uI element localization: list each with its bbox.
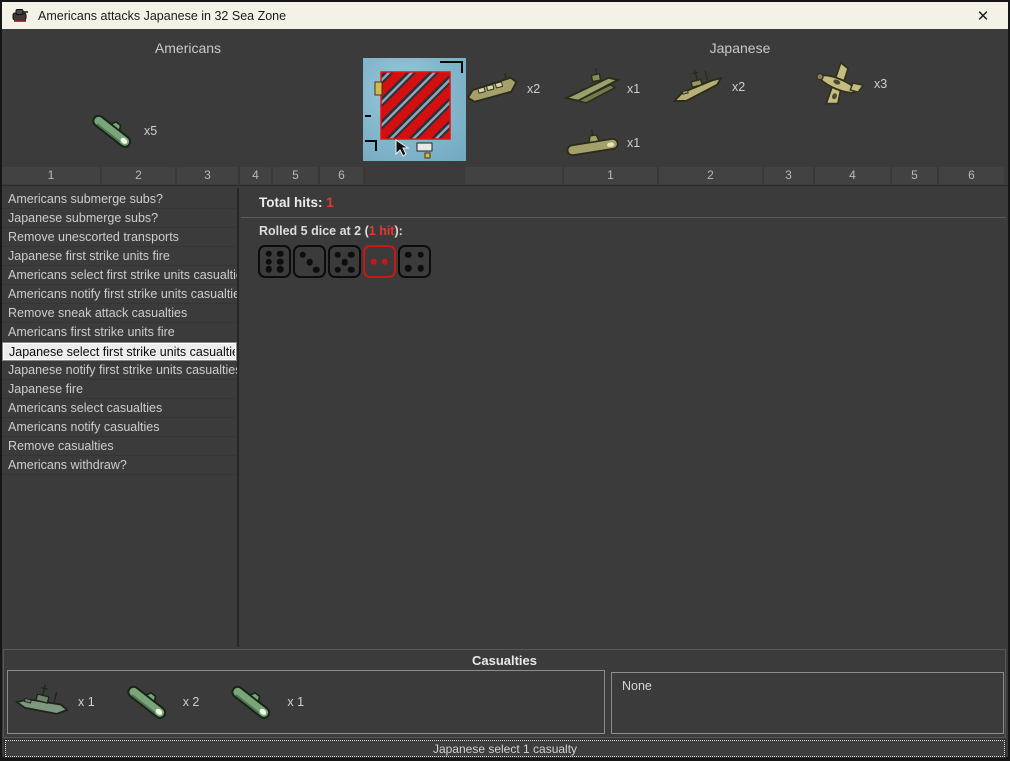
dice-row	[241, 243, 1006, 278]
step-item: Remove casualties	[2, 437, 237, 456]
unit-count: x 2	[183, 695, 200, 709]
step-item: Americans select casualties	[2, 399, 237, 418]
defender-unit-destroyer: x2	[668, 65, 745, 109]
battle-window: Americans attacks Japanese in 32 Sea Zon…	[0, 0, 1010, 761]
die	[398, 245, 431, 278]
dice-header-cell: 5	[273, 167, 320, 184]
dice-header-cell	[465, 167, 564, 184]
step-item: Remove sneak attack casualties	[2, 304, 237, 323]
fighter-icon	[808, 55, 868, 113]
step-item: Americans withdraw?	[2, 456, 237, 475]
step-item: Americans select first strike units casu…	[2, 266, 237, 285]
dice-header-cell: 4	[815, 167, 892, 184]
sea-zone-map-thumbnail	[363, 58, 466, 161]
battle-summary-panel: Americans Japanese x5	[2, 29, 1008, 185]
unit-count: x 1	[78, 695, 95, 709]
window-border-bottom	[0, 757, 1010, 761]
map-unit-marker	[425, 153, 430, 158]
total-hits-row: Total hits: 1	[241, 186, 1006, 218]
map-unit-marker	[375, 82, 382, 95]
step-item: Japanese notify first strike units casua…	[2, 361, 237, 380]
carrier-icon	[563, 67, 621, 111]
unit-count: x 1	[287, 695, 304, 709]
casualty-unit-destroyer[interactable]: x 1	[14, 680, 95, 724]
unit-count: x5	[144, 124, 157, 138]
casualties-title: Casualties	[4, 650, 1005, 668]
step-item: Americans submerge subs?	[2, 190, 237, 209]
status-action-button[interactable]: Japanese select 1 casualty	[5, 740, 1005, 757]
step-item: Remove unescorted transports	[2, 228, 237, 247]
attacker-unit-submarine: x5	[86, 105, 157, 157]
dice-header-cell: 1	[564, 167, 659, 184]
total-hits-value: 1	[326, 195, 334, 210]
submarine-icon	[221, 676, 281, 728]
step-item: Japanese first strike units fire	[2, 247, 237, 266]
unit-count: x1	[627, 136, 640, 150]
die	[328, 245, 361, 278]
submarine-icon	[86, 105, 138, 157]
dice-header-cell: 4	[240, 167, 273, 184]
dice-header-cell: 6	[939, 167, 1004, 184]
step-item: Americans notify casualties	[2, 418, 237, 437]
dice-header-cell: 3	[177, 167, 240, 184]
battle-steps-list: Americans submerge subs? Japanese submer…	[2, 188, 239, 647]
unit-count: x1	[627, 82, 640, 96]
casualty-selection-panel: x 1 x 2 x 1	[7, 670, 605, 734]
transport-icon	[463, 67, 521, 111]
casualty-unit-submarine[interactable]: x 1	[221, 676, 304, 728]
attacker-name-label: Americans	[2, 40, 374, 56]
defender-unit-transport: x2	[463, 67, 540, 111]
destroyer-icon	[14, 680, 72, 724]
close-button[interactable]: ✕	[968, 4, 998, 27]
die	[258, 245, 291, 278]
die	[293, 245, 326, 278]
casualty-unit-submarine[interactable]: x 2	[117, 676, 200, 728]
rolled-prefix: Rolled 5 dice at 2 (	[259, 224, 369, 238]
rolled-summary: Rolled 5 dice at 2 (1 hit):	[241, 218, 1006, 243]
rolled-hit-text: 1 hit	[369, 224, 395, 238]
unit-count: x2	[732, 80, 745, 94]
step-item: Japanese fire	[2, 380, 237, 399]
destroyer-icon	[668, 65, 726, 109]
dice-header-cell: 6	[320, 167, 365, 184]
map-unit-marker	[417, 143, 432, 151]
defender-dice-header: 1 2 3 4 5 6	[465, 167, 1004, 184]
dice-result-panel: Total hits: 1 Rolled 5 dice at 2 (1 hit)…	[241, 186, 1006, 649]
step-item: Japanese submerge subs?	[2, 209, 237, 228]
step-item: Americans first strike units fire	[2, 323, 237, 342]
selected-casualties-text: None	[622, 679, 652, 693]
dice-header-cell: 3	[764, 167, 815, 184]
step-item: Japanese select first strike units casua…	[2, 342, 237, 361]
casualties-panel: Casualties x 1 x 2 x 1 None	[3, 649, 1006, 738]
dice-header-cell: 1	[2, 167, 102, 184]
die	[363, 245, 396, 278]
defender-unit-submarine: x1	[563, 121, 640, 165]
unit-count: x3	[874, 77, 887, 91]
total-hits-label: Total hits:	[259, 195, 323, 210]
attacker-dice-header: 1 2 3 4 5 6	[2, 167, 365, 184]
main-panel: Americans submerge subs? Japanese submer…	[2, 185, 1008, 648]
selected-casualties-panel: None	[611, 672, 1004, 734]
rolled-suffix: ):	[394, 224, 402, 238]
dice-header-cell: 2	[659, 167, 764, 184]
dice-header-cell: 2	[102, 167, 177, 184]
defender-unit-carrier: x1	[563, 67, 640, 111]
dice-header-cell: 5	[892, 167, 939, 184]
unit-count: x2	[527, 82, 540, 96]
step-item: Americans notify first strike units casu…	[2, 285, 237, 304]
submarine-icon	[117, 676, 177, 728]
app-icon	[12, 7, 29, 24]
defender-name-label: Japanese	[472, 40, 1008, 56]
title-bar[interactable]: Americans attacks Japanese in 32 Sea Zon…	[2, 2, 1008, 29]
submarine-icon	[563, 121, 621, 165]
defender-unit-fighter: x3	[808, 55, 887, 113]
status-message: Japanese select 1 casualty	[433, 742, 577, 756]
window-title: Americans attacks Japanese in 32 Sea Zon…	[38, 9, 286, 23]
